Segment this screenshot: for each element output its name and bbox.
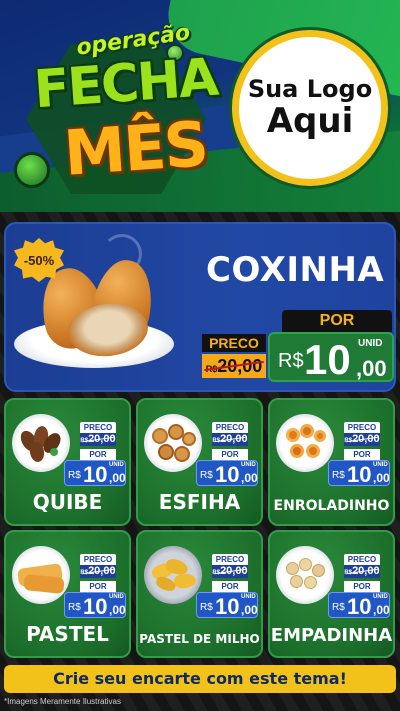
old-price: R$20,00 xyxy=(212,433,248,446)
product-name: PASTEL xyxy=(26,622,109,646)
product-card-enroladinho[interactable]: PRECO R$20,00 POR R$10UNID,00 ENROLADINH… xyxy=(268,398,395,526)
campaign-logo: operação FECHA MÊS xyxy=(8,14,228,199)
product-card-esfiha[interactable]: PRECO R$20,00 POR R$10UNID,00 ESFIHA xyxy=(136,398,263,526)
product-card-quibe[interactable]: PRECO R$20,00 POR R$10UNID,00 QUIBE xyxy=(4,398,131,526)
coin-icon xyxy=(14,152,50,188)
header-banner: operação FECHA MÊS Sua Logo Aqui xyxy=(0,0,400,212)
old-price: R$20,00 xyxy=(80,565,116,578)
product-card-pastel-de-milho[interactable]: PRECO R$20,00 POR R$10UNID,00 PASTEL DE … xyxy=(136,530,263,658)
por-label: POR xyxy=(282,310,392,332)
featured-product-card[interactable]: -50% COXINHA PRECO R$20,00 POR R$ 10 UNI… xyxy=(4,222,396,392)
old-price: R$20,00 xyxy=(344,433,380,446)
old-price-box: PRECO R$20,00 xyxy=(202,334,266,382)
new-price: R$ 10 UNID ,00 xyxy=(328,460,390,487)
new-price: R$ 10 UNID ,00 xyxy=(64,460,126,487)
new-price: R$ 10 UNID ,00 xyxy=(328,592,390,619)
enroladinho-image xyxy=(276,414,334,472)
logo-line-1: Sua Logo xyxy=(247,74,373,103)
product-card-empadinha[interactable]: PRECO R$20,00 POR R$10UNID,00 EMPADINHA xyxy=(268,530,395,658)
logo-line-2: Aqui xyxy=(266,101,354,142)
cta-banner[interactable]: Crie seu encarte com este tema! xyxy=(4,665,396,693)
empadinha-image xyxy=(276,546,334,604)
old-price: R$20,00 xyxy=(212,565,248,578)
old-price: R$20,00 xyxy=(202,354,266,378)
product-name: PASTEL DE MILHO xyxy=(139,632,260,646)
new-price: R$ 10 UNID ,00 xyxy=(268,332,394,383)
campaign-bottom-text: MÊS xyxy=(61,107,210,190)
product-name: ENROLADINHO xyxy=(273,498,390,514)
new-price: R$ 10 UNID ,00 xyxy=(196,460,258,487)
disclaimer-text: *Imagens Meramente Ilustrativas xyxy=(4,697,121,706)
quibe-image xyxy=(12,414,70,472)
product-name: EMPADINHA xyxy=(270,625,393,646)
new-price: R$ 10 UNID ,00 xyxy=(196,592,258,619)
old-price: R$20,00 xyxy=(344,565,380,578)
old-price: R$20,00 xyxy=(80,433,116,446)
esfiha-image xyxy=(144,414,202,472)
product-card-pastel[interactable]: PRECO R$20,00 POR R$10UNID,00 PASTEL xyxy=(4,530,131,658)
product-name: QUIBE xyxy=(32,490,103,514)
featured-product-name: COXINHA xyxy=(206,250,385,290)
new-price: R$ 10 UNID ,00 xyxy=(64,592,126,619)
store-logo-placeholder[interactable]: Sua Logo Aqui xyxy=(232,30,388,186)
preco-label: PRECO xyxy=(202,334,266,352)
pastel-image xyxy=(12,546,70,604)
product-name: ESFIHA xyxy=(158,490,241,514)
pastel-de-milho-image xyxy=(144,546,202,604)
